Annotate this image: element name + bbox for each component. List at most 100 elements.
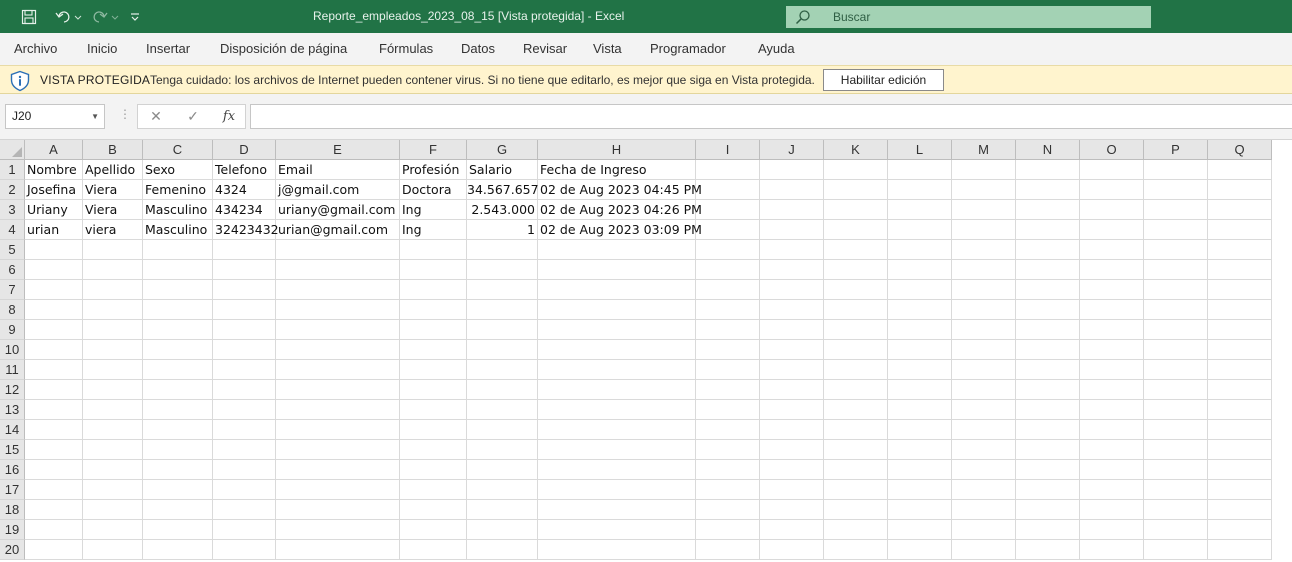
cell-i16[interactable] (696, 460, 760, 480)
cell-f8[interactable] (400, 300, 467, 320)
cell-k12[interactable] (824, 380, 888, 400)
cell-o6[interactable] (1080, 260, 1144, 280)
cell-g9[interactable] (467, 320, 538, 340)
chevron-down-icon[interactable]: ▼ (91, 105, 99, 128)
save-icon[interactable] (14, 0, 44, 33)
cell-d4[interactable]: 32423432 (213, 220, 279, 240)
cell-a12[interactable] (25, 380, 83, 400)
cell-j17[interactable] (760, 480, 824, 500)
cell-m12[interactable] (952, 380, 1016, 400)
cell-k4[interactable] (824, 220, 888, 240)
row-header-9[interactable]: 9 (0, 320, 25, 340)
cell-g13[interactable] (467, 400, 538, 420)
cell-i11[interactable] (696, 360, 760, 380)
cell-e9[interactable] (276, 320, 400, 340)
cell-f6[interactable] (400, 260, 467, 280)
cell-c3[interactable]: Masculino (143, 200, 213, 220)
cell-b1[interactable]: Apellido (83, 160, 143, 180)
cell-n1[interactable] (1016, 160, 1080, 180)
cell-g8[interactable] (467, 300, 538, 320)
cell-d12[interactable] (213, 380, 276, 400)
row-header-16[interactable]: 16 (0, 460, 25, 480)
cell-a14[interactable] (25, 420, 83, 440)
cell-k5[interactable] (824, 240, 888, 260)
cell-p5[interactable] (1144, 240, 1208, 260)
cell-n17[interactable] (1016, 480, 1080, 500)
cell-q8[interactable] (1208, 300, 1272, 320)
cell-k16[interactable] (824, 460, 888, 480)
cell-j19[interactable] (760, 520, 824, 540)
row-header-7[interactable]: 7 (0, 280, 25, 300)
tab-programador[interactable]: Programador (650, 33, 726, 65)
tab-vista[interactable]: Vista (593, 33, 622, 65)
cell-l10[interactable] (888, 340, 952, 360)
cell-d14[interactable] (213, 420, 276, 440)
cell-d16[interactable] (213, 460, 276, 480)
row-header-19[interactable]: 19 (0, 520, 25, 540)
cell-o2[interactable] (1080, 180, 1144, 200)
cell-k18[interactable] (824, 500, 888, 520)
cell-m5[interactable] (952, 240, 1016, 260)
cell-j20[interactable] (760, 540, 824, 560)
cell-a20[interactable] (25, 540, 83, 560)
column-header-d[interactable]: D (213, 140, 276, 160)
cell-p15[interactable] (1144, 440, 1208, 460)
cell-k10[interactable] (824, 340, 888, 360)
cell-d10[interactable] (213, 340, 276, 360)
cell-l14[interactable] (888, 420, 952, 440)
cell-i3[interactable] (696, 200, 760, 220)
row-header-10[interactable]: 10 (0, 340, 25, 360)
cell-h5[interactable] (538, 240, 696, 260)
cell-o14[interactable] (1080, 420, 1144, 440)
cell-j10[interactable] (760, 340, 824, 360)
cell-g3[interactable]: 2.543.000 (467, 200, 538, 220)
cell-f16[interactable] (400, 460, 467, 480)
cell-m17[interactable] (952, 480, 1016, 500)
cell-j5[interactable] (760, 240, 824, 260)
cell-o3[interactable] (1080, 200, 1144, 220)
cell-l3[interactable] (888, 200, 952, 220)
cell-d15[interactable] (213, 440, 276, 460)
column-header-p[interactable]: P (1144, 140, 1208, 160)
insert-function-icon[interactable]: fx (218, 105, 240, 128)
cell-b10[interactable] (83, 340, 143, 360)
cell-c1[interactable]: Sexo (143, 160, 213, 180)
cell-o15[interactable] (1080, 440, 1144, 460)
search-box[interactable]: Buscar (786, 6, 1151, 28)
cell-f4[interactable]: Ing (400, 220, 467, 240)
column-header-c[interactable]: C (143, 140, 213, 160)
cell-q16[interactable] (1208, 460, 1272, 480)
cell-n11[interactable] (1016, 360, 1080, 380)
cell-h2[interactable]: 02 de Aug 2023 04:45 PM (538, 180, 702, 200)
cell-h7[interactable] (538, 280, 696, 300)
cell-m1[interactable] (952, 160, 1016, 180)
cell-p14[interactable] (1144, 420, 1208, 440)
cell-e15[interactable] (276, 440, 400, 460)
cell-n9[interactable] (1016, 320, 1080, 340)
cell-l4[interactable] (888, 220, 952, 240)
cell-b4[interactable]: viera (83, 220, 143, 240)
cell-p7[interactable] (1144, 280, 1208, 300)
check-icon[interactable]: ✓ (183, 105, 203, 128)
cell-p3[interactable] (1144, 200, 1208, 220)
formula-input[interactable] (250, 104, 1292, 129)
cell-l12[interactable] (888, 380, 952, 400)
cell-p16[interactable] (1144, 460, 1208, 480)
cell-d6[interactable] (213, 260, 276, 280)
cell-l9[interactable] (888, 320, 952, 340)
customize-icon[interactable] (124, 0, 146, 33)
cell-o10[interactable] (1080, 340, 1144, 360)
cell-l1[interactable] (888, 160, 952, 180)
cell-k17[interactable] (824, 480, 888, 500)
cell-j12[interactable] (760, 380, 824, 400)
cell-h16[interactable] (538, 460, 696, 480)
cell-c13[interactable] (143, 400, 213, 420)
cell-k2[interactable] (824, 180, 888, 200)
cell-i12[interactable] (696, 380, 760, 400)
row-header-17[interactable]: 17 (0, 480, 25, 500)
enable-editing-button[interactable]: Habilitar edición (823, 69, 944, 91)
cell-p13[interactable] (1144, 400, 1208, 420)
cell-l11[interactable] (888, 360, 952, 380)
cell-a17[interactable] (25, 480, 83, 500)
cell-a19[interactable] (25, 520, 83, 540)
